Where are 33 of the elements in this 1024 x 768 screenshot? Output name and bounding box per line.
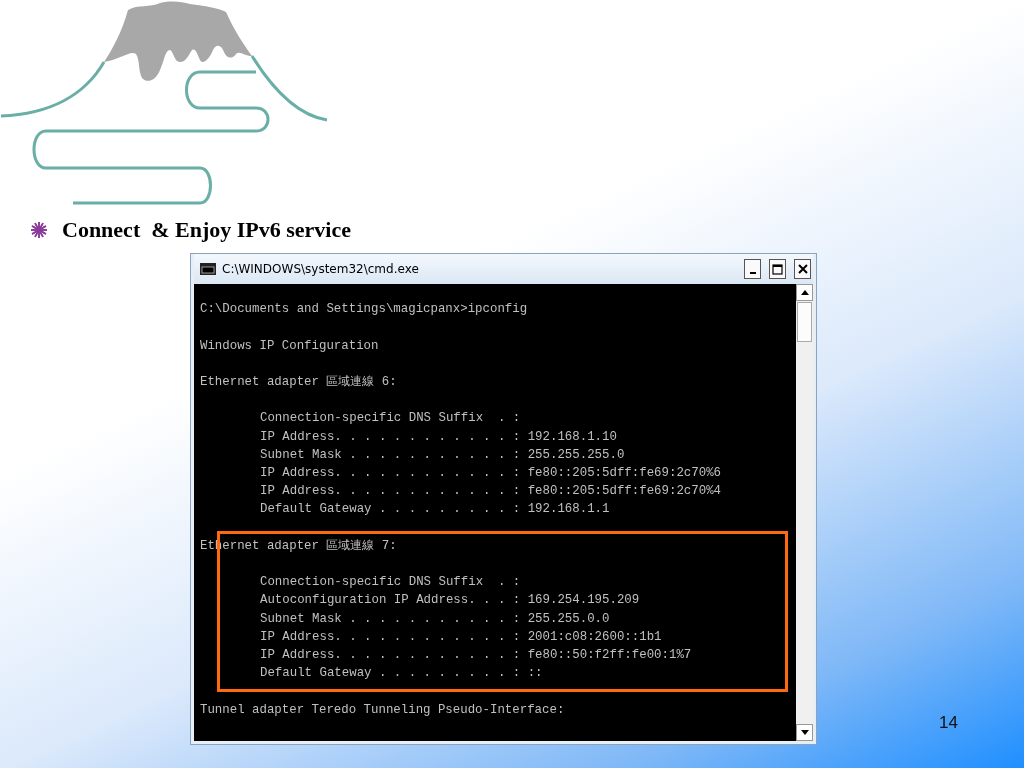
console-line: Subnet Mask . . . . . . . . . . . : 255.255.0.0	[259, 610, 610, 628]
console-line: Connection-specific DNS Suffix . :	[259, 574, 521, 592]
console-line: Subnet Mask . . . . . . . . . . . : 255.255.255.0	[259, 446, 625, 464]
console-line: Autoconfiguration IP Address. . . : 169.254.195.209	[259, 592, 640, 610]
scroll-down-button[interactable]	[796, 724, 813, 741]
bullet-text: Connect & Enjoy IPv6 service	[62, 217, 351, 243]
console-line: Default Gateway . . . . . . . . . : ::	[259, 665, 543, 683]
window-title: C:\WINDOWS\system32\cmd.exe	[222, 262, 420, 276]
page-number: 14	[939, 713, 958, 733]
close-button[interactable]	[794, 259, 811, 279]
scroll-thumb[interactable]	[797, 302, 812, 342]
close-icon	[797, 264, 808, 274]
console-icon	[200, 263, 216, 275]
console-line: IP Address. . . . . . . . . . . . : 2001:c08:2600::1b1	[259, 628, 662, 646]
scrollbar[interactable]	[796, 284, 813, 741]
console-line: C:\Documents and Settings\magicpanx>ipconfig	[200, 301, 528, 319]
console-line: Connection-specific DNS Suffix . :	[259, 410, 521, 428]
down-arrow-icon	[800, 730, 809, 735]
minimize-icon	[749, 272, 756, 274]
maximize-button[interactable]	[769, 259, 786, 279]
minimize-button[interactable]	[744, 259, 761, 279]
console-line: Ethernet adapter 區域連線 6:	[200, 373, 397, 391]
maximize-icon	[772, 263, 783, 275]
console-line: IP Address. . . . . . . . . . . . : 192.168.1.10	[259, 428, 617, 446]
console-line: Tunnel adapter Teredo Tunneling Pseudo-Interface:	[200, 701, 565, 719]
console-line: Default Gateway . . . . . . . . . : 192.168.1.1	[259, 501, 610, 519]
scroll-up-button[interactable]	[796, 284, 813, 301]
console-line: IP Address. . . . . . . . . . . . : fe80::205:5dff:fe69:2c70%6	[259, 464, 721, 482]
console-line: Windows IP Configuration	[200, 337, 379, 355]
up-arrow-icon	[800, 290, 809, 295]
console-line: IP Address. . . . . . . . . . . . : fe80::205:5dff:fe69:2c70%4	[259, 483, 721, 501]
starburst-bullet-icon	[30, 221, 48, 239]
console-line: IP Address. . . . . . . . . . . . : fe80::50:f2ff:fe00:1%7	[259, 646, 692, 664]
